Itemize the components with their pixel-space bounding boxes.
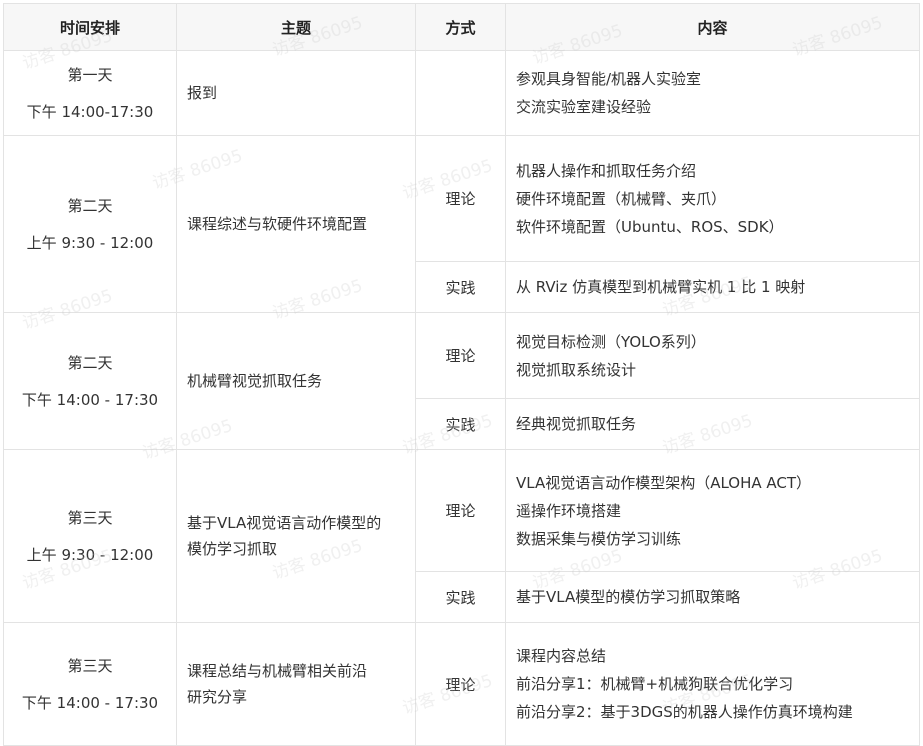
content-item: 视觉目标检测（YOLO系列） xyxy=(516,332,706,351)
content-item: 数据采集与模仿学习训练 xyxy=(516,529,682,548)
method-cell xyxy=(415,50,506,136)
header-content: 内容 xyxy=(505,3,920,51)
method-cell: 理论 xyxy=(415,135,506,262)
topic-cell: 课程总结与机械臂相关前沿 研究分享 xyxy=(176,622,416,746)
content-item: 交流实验室建设经验 xyxy=(516,98,652,116)
table-header-row: 时间安排 主题 方式 内容 xyxy=(3,3,920,51)
content-item: 硬件环境配置（机械臂、夹爪） xyxy=(516,189,727,208)
time-slot: 上午 9:30 - 12:00 xyxy=(26,545,154,564)
method-cell: 理论 xyxy=(415,312,506,399)
content-cell: 机器人操作和抓取任务介绍硬件环境配置（机械臂、夹爪） 软件环境配置（Ubuntu、… xyxy=(505,135,920,262)
method-cell: 实践 xyxy=(415,398,506,450)
content-cell: 从 RViz 仿真模型到机械臂实机 1 比 1 映射 xyxy=(505,261,920,313)
topic-text: 机械臂视觉抓取任务 xyxy=(187,372,323,390)
topic-cell: 机械臂视觉抓取任务 xyxy=(176,312,416,450)
topic-cell: 报到 xyxy=(176,50,416,136)
content-item: 软件环境配置（Ubuntu、ROS、SDK） xyxy=(516,217,784,236)
content-cell: VLA视觉语言动作模型架构（ALOHA ACT） 遥操作环境搭建数据采集与模仿学习… xyxy=(505,449,920,572)
method-cell: 理论 xyxy=(415,622,506,746)
topic-cell: 课程综述与软硬件环境配置 xyxy=(176,135,416,313)
content-cell: 基于VLA模型的模仿学习抓取策略 xyxy=(505,571,920,623)
content-cell: 经典视觉抓取任务 xyxy=(505,398,920,450)
day-label: 第三天 xyxy=(67,508,113,527)
content-cell: 课程内容总结前沿分享1：机械臂+机械狗联合优化学习前沿分享2：基于3DGS的机器… xyxy=(505,622,920,746)
content-item: 前沿分享2：基于3DGS的机器人操作仿真环境构建 xyxy=(516,703,853,721)
content-item: 视觉抓取系统设计 xyxy=(516,360,637,379)
content-item: 遥操作环境搭建 xyxy=(516,501,622,520)
table-row: 第三天 上午 9:30 - 12:00 基于VLA视觉语言动作模型的 模仿学习抓取 理论… xyxy=(3,449,920,623)
time-cell: 第一天下午 14:00-17:30 xyxy=(3,50,177,136)
schedule-table: 时间安排 主题 方式 内容 第一天下午 14:00-17:30 报到 参观具身智能/… xyxy=(3,3,920,746)
content-item: 前沿分享1：机械臂+机械狗联合优化学习 xyxy=(516,675,794,693)
time-cell: 第二天下午 14:00 - 17:30 xyxy=(3,312,177,450)
content-item: VLA视觉语言动作模型架构（ALOHA ACT） xyxy=(516,473,812,492)
time-cell: 第三天上午 9:30 - 12:00 xyxy=(3,449,177,623)
time-slot: 下午 14:00-17:30 xyxy=(26,102,154,121)
content-item: 机器人操作和抓取任务介绍 xyxy=(516,161,697,180)
day-label: 第二天 xyxy=(67,353,113,372)
topic-text: 报到 xyxy=(187,84,218,102)
content-item: 基于VLA模型的模仿学习抓取策略 xyxy=(516,588,741,606)
table-row: 第一天下午 14:00-17:30 报到 参观具身智能/机器人实验室 交流实验室建设经… xyxy=(3,50,920,136)
topic-text: 基于VLA视觉语言动作模型的 xyxy=(187,514,382,532)
table-row: 第二天下午 14:00 - 17:30 机械臂视觉抓取任务 理论 视觉目标检测（YOL… xyxy=(3,312,920,450)
content-cell: 视觉目标检测（YOLO系列） 视觉抓取系统设计 xyxy=(505,312,920,399)
content-item: 经典视觉抓取任务 xyxy=(516,415,637,433)
topic-text: 课程总结与机械臂相关前沿 xyxy=(187,662,368,680)
schedule-body: 第一天下午 14:00-17:30 报到 参观具身智能/机器人实验室 交流实验室建设经… xyxy=(3,50,920,746)
header-method: 方式 xyxy=(415,3,506,51)
header-time: 时间安排 xyxy=(3,3,177,51)
time-slot: 下午 14:00 - 17:30 xyxy=(21,390,159,409)
time-cell: 第二天上午 9:30 - 12:00 xyxy=(3,135,177,313)
time-slot: 上午 9:30 - 12:00 xyxy=(26,233,154,252)
day-label: 第三天 xyxy=(67,656,113,675)
content-item: 课程内容总结 xyxy=(516,647,607,665)
content-cell: 参观具身智能/机器人实验室 交流实验室建设经验 xyxy=(505,50,920,136)
topic-cell: 基于VLA视觉语言动作模型的 模仿学习抓取 xyxy=(176,449,416,623)
method-cell: 理论 xyxy=(415,449,506,572)
time-cell: 第三天下午 14:00 - 17:30 xyxy=(3,622,177,746)
day-label: 第一天 xyxy=(67,65,113,84)
table-row: 第二天上午 9:30 - 12:00 课程综述与软硬件环境配置 理论 机器人操作和抓取… xyxy=(3,135,920,313)
header-topic: 主题 xyxy=(176,3,416,51)
content-item: 参观具身智能/机器人实验室 xyxy=(516,70,702,88)
topic-text: 研究分享 xyxy=(187,688,248,706)
method-cell: 实践 xyxy=(415,571,506,623)
content-item: 从 RViz 仿真模型到机械臂实机 1 比 1 映射 xyxy=(516,278,806,296)
topic-text: 课程综述与软硬件环境配置 xyxy=(187,215,368,233)
topic-text: 模仿学习抓取 xyxy=(187,540,278,558)
method-cell: 实践 xyxy=(415,261,506,313)
table-row: 第三天 下午 14:00 - 17:30 课程总结与机械臂相关前沿 研究分享 理论 课程内… xyxy=(3,622,920,746)
day-label: 第二天 xyxy=(67,196,113,215)
time-slot: 下午 14:00 - 17:30 xyxy=(21,693,159,712)
